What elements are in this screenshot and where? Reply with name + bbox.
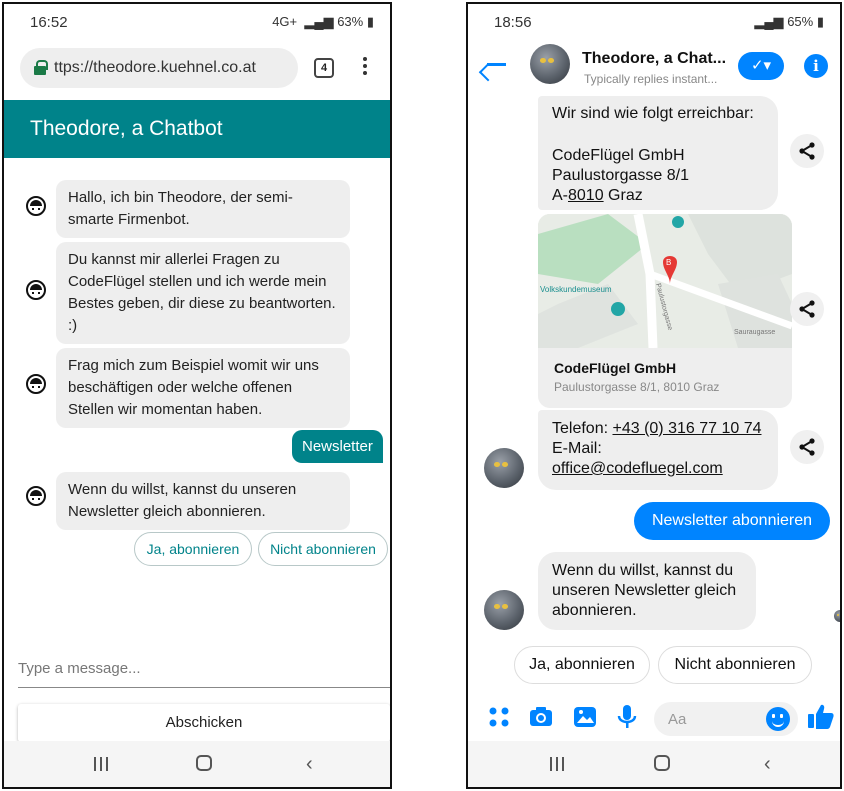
quick-reply-subscribe[interactable]: Ja, abonnieren <box>134 532 252 566</box>
contact-intro: Wir sind wie folgt erreichbar: <box>552 105 754 122</box>
street-address: Paulustorgasse 8/1 <box>552 167 689 184</box>
seen-indicator-avatar <box>834 610 840 622</box>
home-icon[interactable] <box>196 755 212 771</box>
network-label: 4G+ <box>272 14 298 29</box>
share-icon <box>799 300 815 318</box>
microphone-icon[interactable] <box>614 704 640 730</box>
gallery-icon[interactable] <box>572 704 598 730</box>
system-nav-bar: ‹ <box>4 741 390 787</box>
quick-reply-decline[interactable]: Nicht abonnieren <box>658 646 812 684</box>
battery-level: 63% <box>337 14 364 29</box>
message-input[interactable]: Type a message... <box>18 660 390 688</box>
lock-icon <box>34 60 48 75</box>
url-text: ttps://theodore.kuehnel.co.at <box>54 59 256 76</box>
user-message: Newsletter <box>292 430 383 463</box>
chat-header: Theodore, a Chatbot <box>4 100 390 158</box>
email-link[interactable]: office@codefluegel.com <box>552 459 764 479</box>
bot-avatar-icon <box>26 280 46 300</box>
camera-icon[interactable] <box>528 704 554 730</box>
contact-details-bubble: Telefon: +43 (0) 316 77 10 74 E-Mail: of… <box>538 410 778 490</box>
composer-toolbar: Aa <box>468 696 840 740</box>
bot-message: Du kannst mir allerlei Fragen zu CodeFlü… <box>56 242 350 344</box>
map-graphic: B Volkskundemuseum Paulustorgasse Saurau… <box>538 214 792 349</box>
bot-avatar-icon <box>26 196 46 216</box>
more-actions-icon[interactable] <box>486 704 512 730</box>
city-line: A-8010 Graz <box>552 187 643 204</box>
quick-reply-decline[interactable]: Nicht abonnieren <box>258 532 388 566</box>
web-chat-phone: 16:52 4G+ ▂▄▆ 63% ▮ ttps://theodore.kueh… <box>2 2 392 789</box>
business-name: CodeFlügel GmbH <box>554 360 677 376</box>
battery-level: 65% <box>787 14 814 29</box>
recent-apps-icon[interactable] <box>94 757 108 771</box>
bot-avatar[interactable] <box>484 590 524 630</box>
phone-line: Telefon: +43 (0) 316 77 10 74 <box>552 420 762 437</box>
bot-avatar[interactable] <box>484 448 524 488</box>
back-arrow-icon[interactable] <box>484 52 508 76</box>
home-icon[interactable] <box>654 755 670 771</box>
battery-icon: ▮ <box>816 14 824 29</box>
status-indicators: ▂▄▆ 65% ▮ <box>754 14 824 30</box>
back-icon[interactable]: ‹ <box>306 753 313 776</box>
info-icon[interactable]: i <box>804 54 828 78</box>
tab-switcher-button[interactable]: 4 <box>314 58 334 78</box>
location-card[interactable]: B Volkskundemuseum Paulustorgasse Saurau… <box>538 214 792 408</box>
share-button[interactable] <box>790 134 824 168</box>
bot-avatar[interactable] <box>530 44 570 84</box>
conversation-subtitle: Typically replies instant... <box>584 72 718 86</box>
back-icon[interactable]: ‹ <box>764 753 771 776</box>
browser-menu-icon[interactable] <box>360 54 370 82</box>
status-time: 18:56 <box>494 14 532 31</box>
emoji-icon[interactable] <box>766 707 790 731</box>
conversation-title[interactable]: Theodore, a Chat... <box>582 50 726 68</box>
map-street-label: Sauraugasse <box>734 329 775 336</box>
map-poi-label: Volkskundemuseum <box>540 285 612 294</box>
bot-message: Wenn du willst, kannst du unseren Newsle… <box>538 552 756 630</box>
postcode-link[interactable]: 8010 <box>568 187 604 204</box>
chat-title: Theodore, a Chatbot <box>30 117 223 140</box>
bot-message: Frag mich zum Beispiel womit wir uns bes… <box>56 348 350 428</box>
quick-reply-subscribe[interactable]: Ja, abonnieren <box>514 646 650 684</box>
bot-message: Hallo, ich bin Theodore, der semi-smarte… <box>56 180 350 238</box>
check-dropdown-button[interactable]: ✓▾ <box>738 52 784 80</box>
share-button[interactable] <box>790 430 824 464</box>
status-bar: 16:52 4G+ ▂▄▆ 63% ▮ <box>4 4 390 40</box>
send-button[interactable]: Abschicken <box>18 704 390 742</box>
system-nav-bar: ‹ <box>468 741 840 787</box>
share-icon <box>799 438 815 456</box>
recent-apps-icon[interactable] <box>550 757 564 771</box>
map-pin-letter: B <box>666 258 671 267</box>
status-indicators: 4G+ ▂▄▆ 63% ▮ <box>272 14 374 29</box>
bot-avatar-icon <box>26 374 46 394</box>
battery-icon: ▮ <box>366 14 374 29</box>
share-button[interactable] <box>790 292 824 326</box>
wifi-icon: ▂▄▆ <box>754 14 784 29</box>
contact-bubble: Wir sind wie folgt erreichbar: CodeFlüge… <box>538 96 778 210</box>
map-preview[interactable]: B Volkskundemuseum Paulustorgasse Saurau… <box>538 214 792 349</box>
status-time: 16:52 <box>30 14 68 31</box>
conversation-header: Theodore, a Chat... Typically replies in… <box>468 40 840 96</box>
address-bar[interactable]: ttps://theodore.kuehnel.co.at <box>20 48 298 88</box>
messenger-phone: 18:56 ▂▄▆ 65% ▮ Theodore, a Chat... Typi… <box>466 2 842 789</box>
user-message: Newsletter abonnieren <box>634 502 830 540</box>
share-icon <box>799 142 815 160</box>
phone-link[interactable]: +43 (0) 316 77 10 74 <box>612 420 761 437</box>
status-bar: 18:56 ▂▄▆ 65% ▮ <box>468 4 840 40</box>
bot-message: Wenn du willst, kannst du unseren Newsle… <box>56 472 350 530</box>
company-name: CodeFlügel GmbH <box>552 147 685 164</box>
bot-avatar-icon <box>26 486 46 506</box>
business-address: Paulustorgasse 8/1, 8010 Graz <box>554 380 720 394</box>
email-label: E-Mail: <box>552 440 602 457</box>
like-thumb-icon[interactable] <box>806 702 836 732</box>
